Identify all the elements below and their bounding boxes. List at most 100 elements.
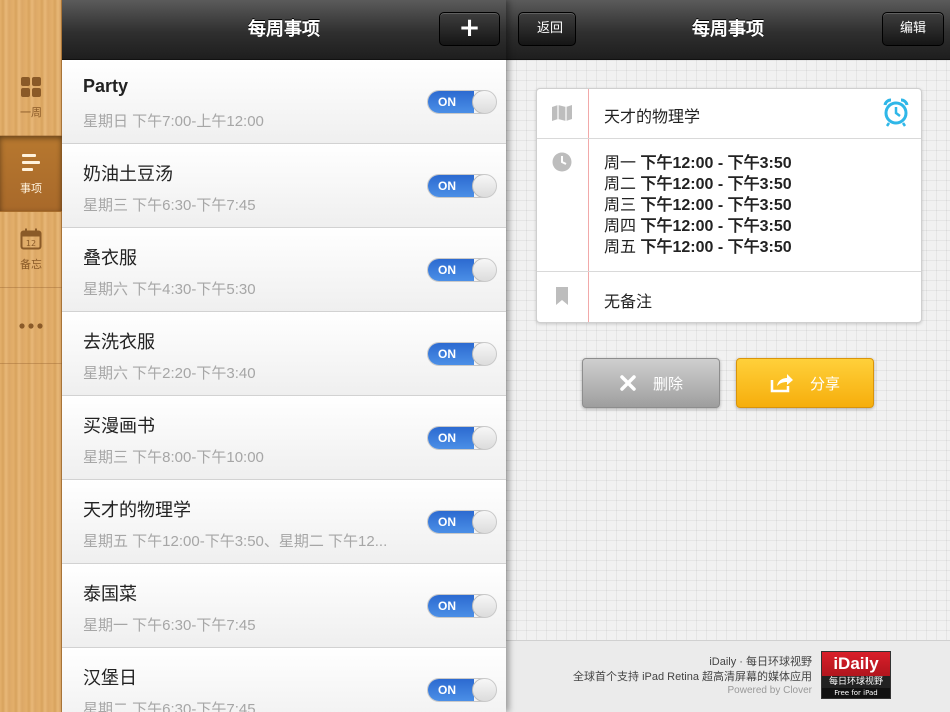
toggle-knob xyxy=(472,259,496,281)
item-name: 天才的物理学 xyxy=(83,500,191,520)
toggle-on-label: ON xyxy=(428,259,474,281)
grid-icon xyxy=(21,76,41,97)
item-name: 去洗衣服 xyxy=(83,332,155,352)
item-toggle[interactable]: ON xyxy=(427,258,497,282)
item-time: 星期三 下午8:00-下午10:00 xyxy=(83,449,264,466)
schedule-line: 周三 下午12:00 - 下午3:50 xyxy=(604,195,792,216)
tab-week[interactable]: 一周 xyxy=(0,60,62,136)
item-time: 星期三 下午6:30-下午7:45 xyxy=(83,197,256,214)
list-navbar: 每周事项 + xyxy=(62,0,506,60)
item-detail-panel: 每周事项 返回 编辑 天才的物理学 周一 下午12:00 - 下午3:50 周二… xyxy=(506,0,950,712)
logo-tag: Free for iPad xyxy=(822,688,890,698)
delete-button[interactable]: 删除 xyxy=(582,358,720,408)
detail-name: 天才的物理学 xyxy=(604,109,701,126)
idaily-logo[interactable]: iDaily 每日环球视野 Free for iPad xyxy=(821,651,891,699)
toggle-knob xyxy=(472,175,496,197)
delete-label: 删除 xyxy=(652,374,683,393)
schedule-time: 下午12:00 - 下午3:50 xyxy=(640,197,792,214)
edit-button[interactable]: 编辑 xyxy=(882,12,944,46)
card-divider xyxy=(537,138,921,139)
schedule-day: 周一 xyxy=(604,155,637,172)
list-item[interactable]: 天才的物理学 星期五 下午12:00-下午3:50、星期二 下午12... ON xyxy=(62,480,506,564)
schedule-time: 下午12:00 - 下午3:50 xyxy=(640,155,792,172)
toggle-on-label: ON xyxy=(428,343,474,365)
list-item[interactable]: 泰国菜 星期一 下午6:30-下午7:45 ON xyxy=(62,564,506,648)
share-button[interactable]: 分享 xyxy=(736,358,874,408)
card-margin-line xyxy=(588,89,589,322)
calendar-icon: 12 xyxy=(20,228,42,249)
item-name: 奶油土豆汤 xyxy=(83,164,173,184)
tab-items[interactable]: 事项 xyxy=(0,136,62,212)
list-item[interactable]: 去洗衣服 星期六 下午2:20-下午3:40 ON xyxy=(62,312,506,396)
toggle-on-label: ON xyxy=(428,427,474,449)
share-icon xyxy=(770,374,793,393)
item-toggle[interactable]: ON xyxy=(427,342,497,366)
toggle-on-label: ON xyxy=(428,595,474,617)
item-toggle[interactable]: ON xyxy=(427,678,497,702)
map-icon xyxy=(552,105,572,121)
schedule-line: 周二 下午12:00 - 下午3:50 xyxy=(604,174,792,195)
detail-navbar: 每周事项 返回 编辑 xyxy=(506,0,950,60)
tab-memo-label: 备忘 xyxy=(20,257,42,271)
toggle-on-label: ON xyxy=(428,511,474,533)
tab-more[interactable] xyxy=(0,288,62,364)
list-item[interactable]: 买漫画书 星期三 下午8:00-下午10:00 ON xyxy=(62,396,506,480)
ad-footer[interactable]: iDaily · 每日环球视野 全球首个支持 iPad Retina 超高清屏幕… xyxy=(506,640,950,712)
schedule-day: 周三 xyxy=(604,197,637,214)
item-name: 泰国菜 xyxy=(83,584,137,604)
schedule-time: 下午12:00 - 下午3:50 xyxy=(640,176,792,193)
item-name: Party xyxy=(83,76,129,96)
alarm-clock-icon[interactable] xyxy=(881,97,911,127)
toggle-knob xyxy=(472,343,496,365)
ad-line-1: iDaily · 每日环球视野 xyxy=(709,656,812,668)
item-name: 叠衣服 xyxy=(83,248,137,268)
ad-powered-by: Powered by Clover xyxy=(727,685,812,696)
list-item[interactable]: Party 星期日 下午7:00-上午12:00 ON xyxy=(62,60,506,144)
logo-title: iDaily xyxy=(833,654,879,673)
schedule-time: 下午12:00 - 下午3:50 xyxy=(640,218,792,235)
ad-line-2: 全球首个支持 iPad Retina 超高清屏幕的媒体应用 xyxy=(573,671,812,683)
item-time: 星期六 下午2:20-下午3:40 xyxy=(83,365,256,382)
items-list-panel: 每周事项 + Party 星期日 下午7:00-上午12:00 ON 奶油土豆汤… xyxy=(62,0,506,712)
tab-memo[interactable]: 12 备忘 xyxy=(0,212,62,288)
back-button-label: 返回 xyxy=(536,21,563,36)
schedule-day: 周二 xyxy=(604,176,637,193)
item-toggle[interactable]: ON xyxy=(427,426,497,450)
item-time: 星期一 下午6:30-下午7:45 xyxy=(83,617,256,634)
tab-sidebar: 一周 事项 12 备忘 xyxy=(0,0,62,712)
item-toggle[interactable]: ON xyxy=(427,594,497,618)
item-time: 星期六 下午4:30-下午5:30 xyxy=(83,281,256,298)
close-icon xyxy=(620,375,636,391)
schedule-day: 周五 xyxy=(604,239,637,256)
item-toggle[interactable]: ON xyxy=(427,90,497,114)
add-item-button[interactable]: + xyxy=(439,12,500,46)
logo-subtitle: 每日环球视野 xyxy=(822,676,890,688)
toggle-knob xyxy=(472,595,496,617)
item-toggle[interactable]: ON xyxy=(427,174,497,198)
bookmark-icon xyxy=(556,287,568,305)
detail-card: 天才的物理学 周一 下午12:00 - 下午3:50 周二 下午12:00 - … xyxy=(536,88,922,323)
item-name: 汉堡日 xyxy=(83,668,137,688)
list-icon xyxy=(22,153,40,171)
list-item[interactable]: 汉堡日 星期二 下午6:30-下午7:45 ON xyxy=(62,648,506,712)
item-toggle[interactable]: ON xyxy=(427,510,497,534)
item-time: 星期二 下午6:30-下午7:45 xyxy=(83,701,256,712)
list-item[interactable]: 叠衣服 星期六 下午4:30-下午5:30 ON xyxy=(62,228,506,312)
toggle-knob xyxy=(472,91,496,113)
item-time: 星期五 下午12:00-下午3:50、星期二 下午12... xyxy=(83,533,388,550)
toggle-on-label: ON xyxy=(428,91,474,113)
more-icon xyxy=(19,322,43,329)
toggle-on-label: ON xyxy=(428,175,474,197)
tab-week-label: 一周 xyxy=(20,105,42,119)
toggle-on-label: ON xyxy=(428,679,474,701)
share-label: 分享 xyxy=(809,374,840,393)
list-item[interactable]: 奶油土豆汤 星期三 下午6:30-下午7:45 ON xyxy=(62,144,506,228)
schedule-day: 周四 xyxy=(604,218,637,235)
toggle-knob xyxy=(472,427,496,449)
clock-icon xyxy=(552,152,572,172)
item-time: 星期日 下午7:00-上午12:00 xyxy=(83,113,264,130)
back-button[interactable]: 返回 xyxy=(518,12,576,46)
card-divider xyxy=(537,271,921,272)
schedule-line: 周五 下午12:00 - 下午3:50 xyxy=(604,237,792,258)
schedule-time: 下午12:00 - 下午3:50 xyxy=(640,239,792,256)
